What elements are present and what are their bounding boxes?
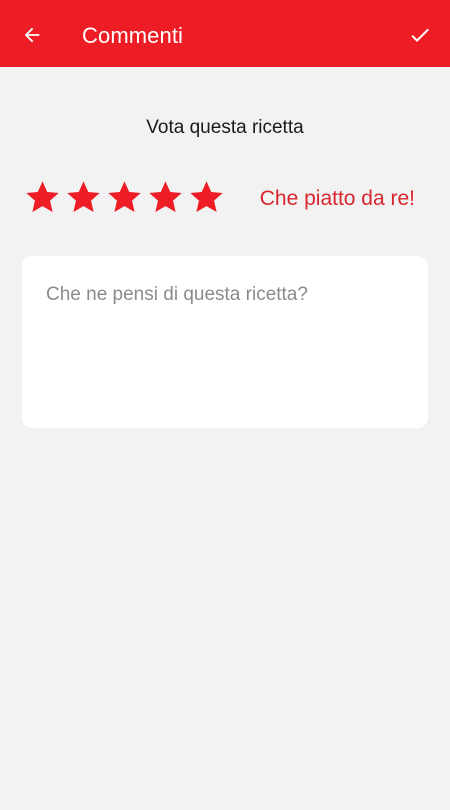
confirm-button[interactable] [402,17,438,53]
comments-screen: Commenti Vota questa ricetta Che piatto … [0,0,450,810]
arrow-left-icon [24,27,40,43]
rating-label: Che piatto da re! [259,187,415,210]
star-icon[interactable] [106,179,143,216]
star-rating [24,179,225,219]
star-icon[interactable] [147,179,184,216]
back-button[interactable] [14,17,50,53]
page-title: Commenti [82,23,184,48]
rating-heading: Vota questa ricetta [146,117,304,138]
comment-card [22,256,428,428]
star-icon[interactable] [188,179,225,216]
comment-input[interactable] [22,256,428,428]
star-icon[interactable] [65,179,102,216]
checkmark-icon [411,28,429,42]
app-bar: Commenti [0,0,450,67]
star-icon[interactable] [24,179,61,216]
